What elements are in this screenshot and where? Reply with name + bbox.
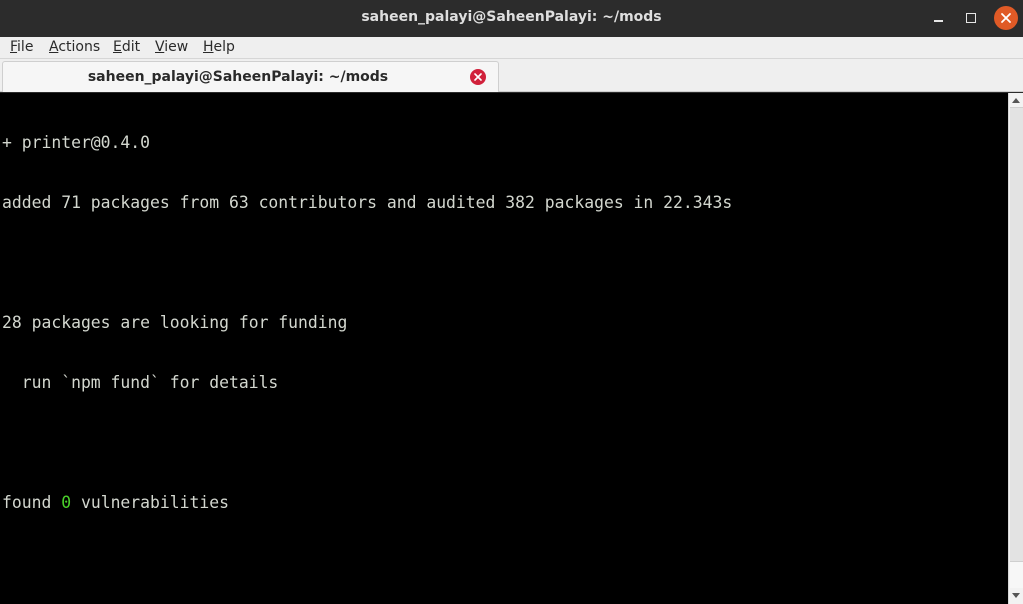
menu-actions-label: ctions xyxy=(58,39,101,55)
vulnerability-count: 0 xyxy=(61,493,72,512)
menu-view[interactable]: View xyxy=(155,39,188,55)
window-title: saheen_palayi@SaheenPalayi: ~/mods xyxy=(361,9,662,25)
menu-actions-mnemonic: A xyxy=(49,39,59,55)
menu-help-mnemonic: H xyxy=(203,39,214,55)
terminal-output[interactable]: + printer@0.4.0 added 71 packages from 6… xyxy=(0,93,1008,604)
maximize-button[interactable] xyxy=(960,7,982,29)
scrollbar-thumb[interactable] xyxy=(1010,562,1023,588)
found-prefix: found xyxy=(2,493,62,512)
tab-close-button[interactable] xyxy=(470,69,486,85)
terminal-line: added 71 packages from 63 contributors a… xyxy=(2,193,733,212)
close-icon xyxy=(474,73,482,81)
minimize-button[interactable] xyxy=(928,7,950,29)
menu-file-mnemonic: F xyxy=(10,39,18,55)
menu-view-mnemonic: V xyxy=(155,39,165,55)
terminal-line: 28 packages are looking for funding xyxy=(2,313,348,332)
terminal-line: run `npm fund` for details xyxy=(2,373,279,392)
terminal-line: found 0 vulnerabilities xyxy=(2,493,1008,513)
scroll-down-arrow-icon[interactable] xyxy=(1012,593,1020,598)
close-icon xyxy=(1001,13,1011,23)
close-window-button[interactable] xyxy=(994,6,1018,30)
scroll-up-arrow-icon[interactable] xyxy=(1012,98,1020,103)
menu-help[interactable]: Help xyxy=(203,39,235,55)
window-titlebar: saheen_palayi@SaheenPalayi: ~/mods xyxy=(0,0,1023,37)
tab-bar: saheen_palayi@SaheenPalayi: ~/mods xyxy=(0,59,1023,92)
menu-edit-label: dit xyxy=(121,39,141,55)
terminal-line: + printer@0.4.0 xyxy=(2,133,151,152)
menu-file-label: ile xyxy=(17,39,34,55)
terminal-scrollbar[interactable] xyxy=(1008,93,1023,604)
scrollbar-trough[interactable] xyxy=(1010,107,1023,562)
menu-bar: File Actions Edit View Help xyxy=(0,37,1023,59)
menu-view-label: iew xyxy=(164,39,189,55)
terminal-tab[interactable]: saheen_palayi@SaheenPalayi: ~/mods xyxy=(2,61,499,92)
menu-file[interactable]: File xyxy=(10,39,33,55)
menu-help-label: elp xyxy=(213,39,235,55)
menu-edit-mnemonic: E xyxy=(113,39,122,55)
menu-actions[interactable]: Actions xyxy=(49,39,100,55)
menu-edit[interactable]: Edit xyxy=(113,39,140,55)
tab-title: saheen_palayi@SaheenPalayi: ~/mods xyxy=(87,69,389,85)
found-suffix: vulnerabilities xyxy=(71,493,229,512)
